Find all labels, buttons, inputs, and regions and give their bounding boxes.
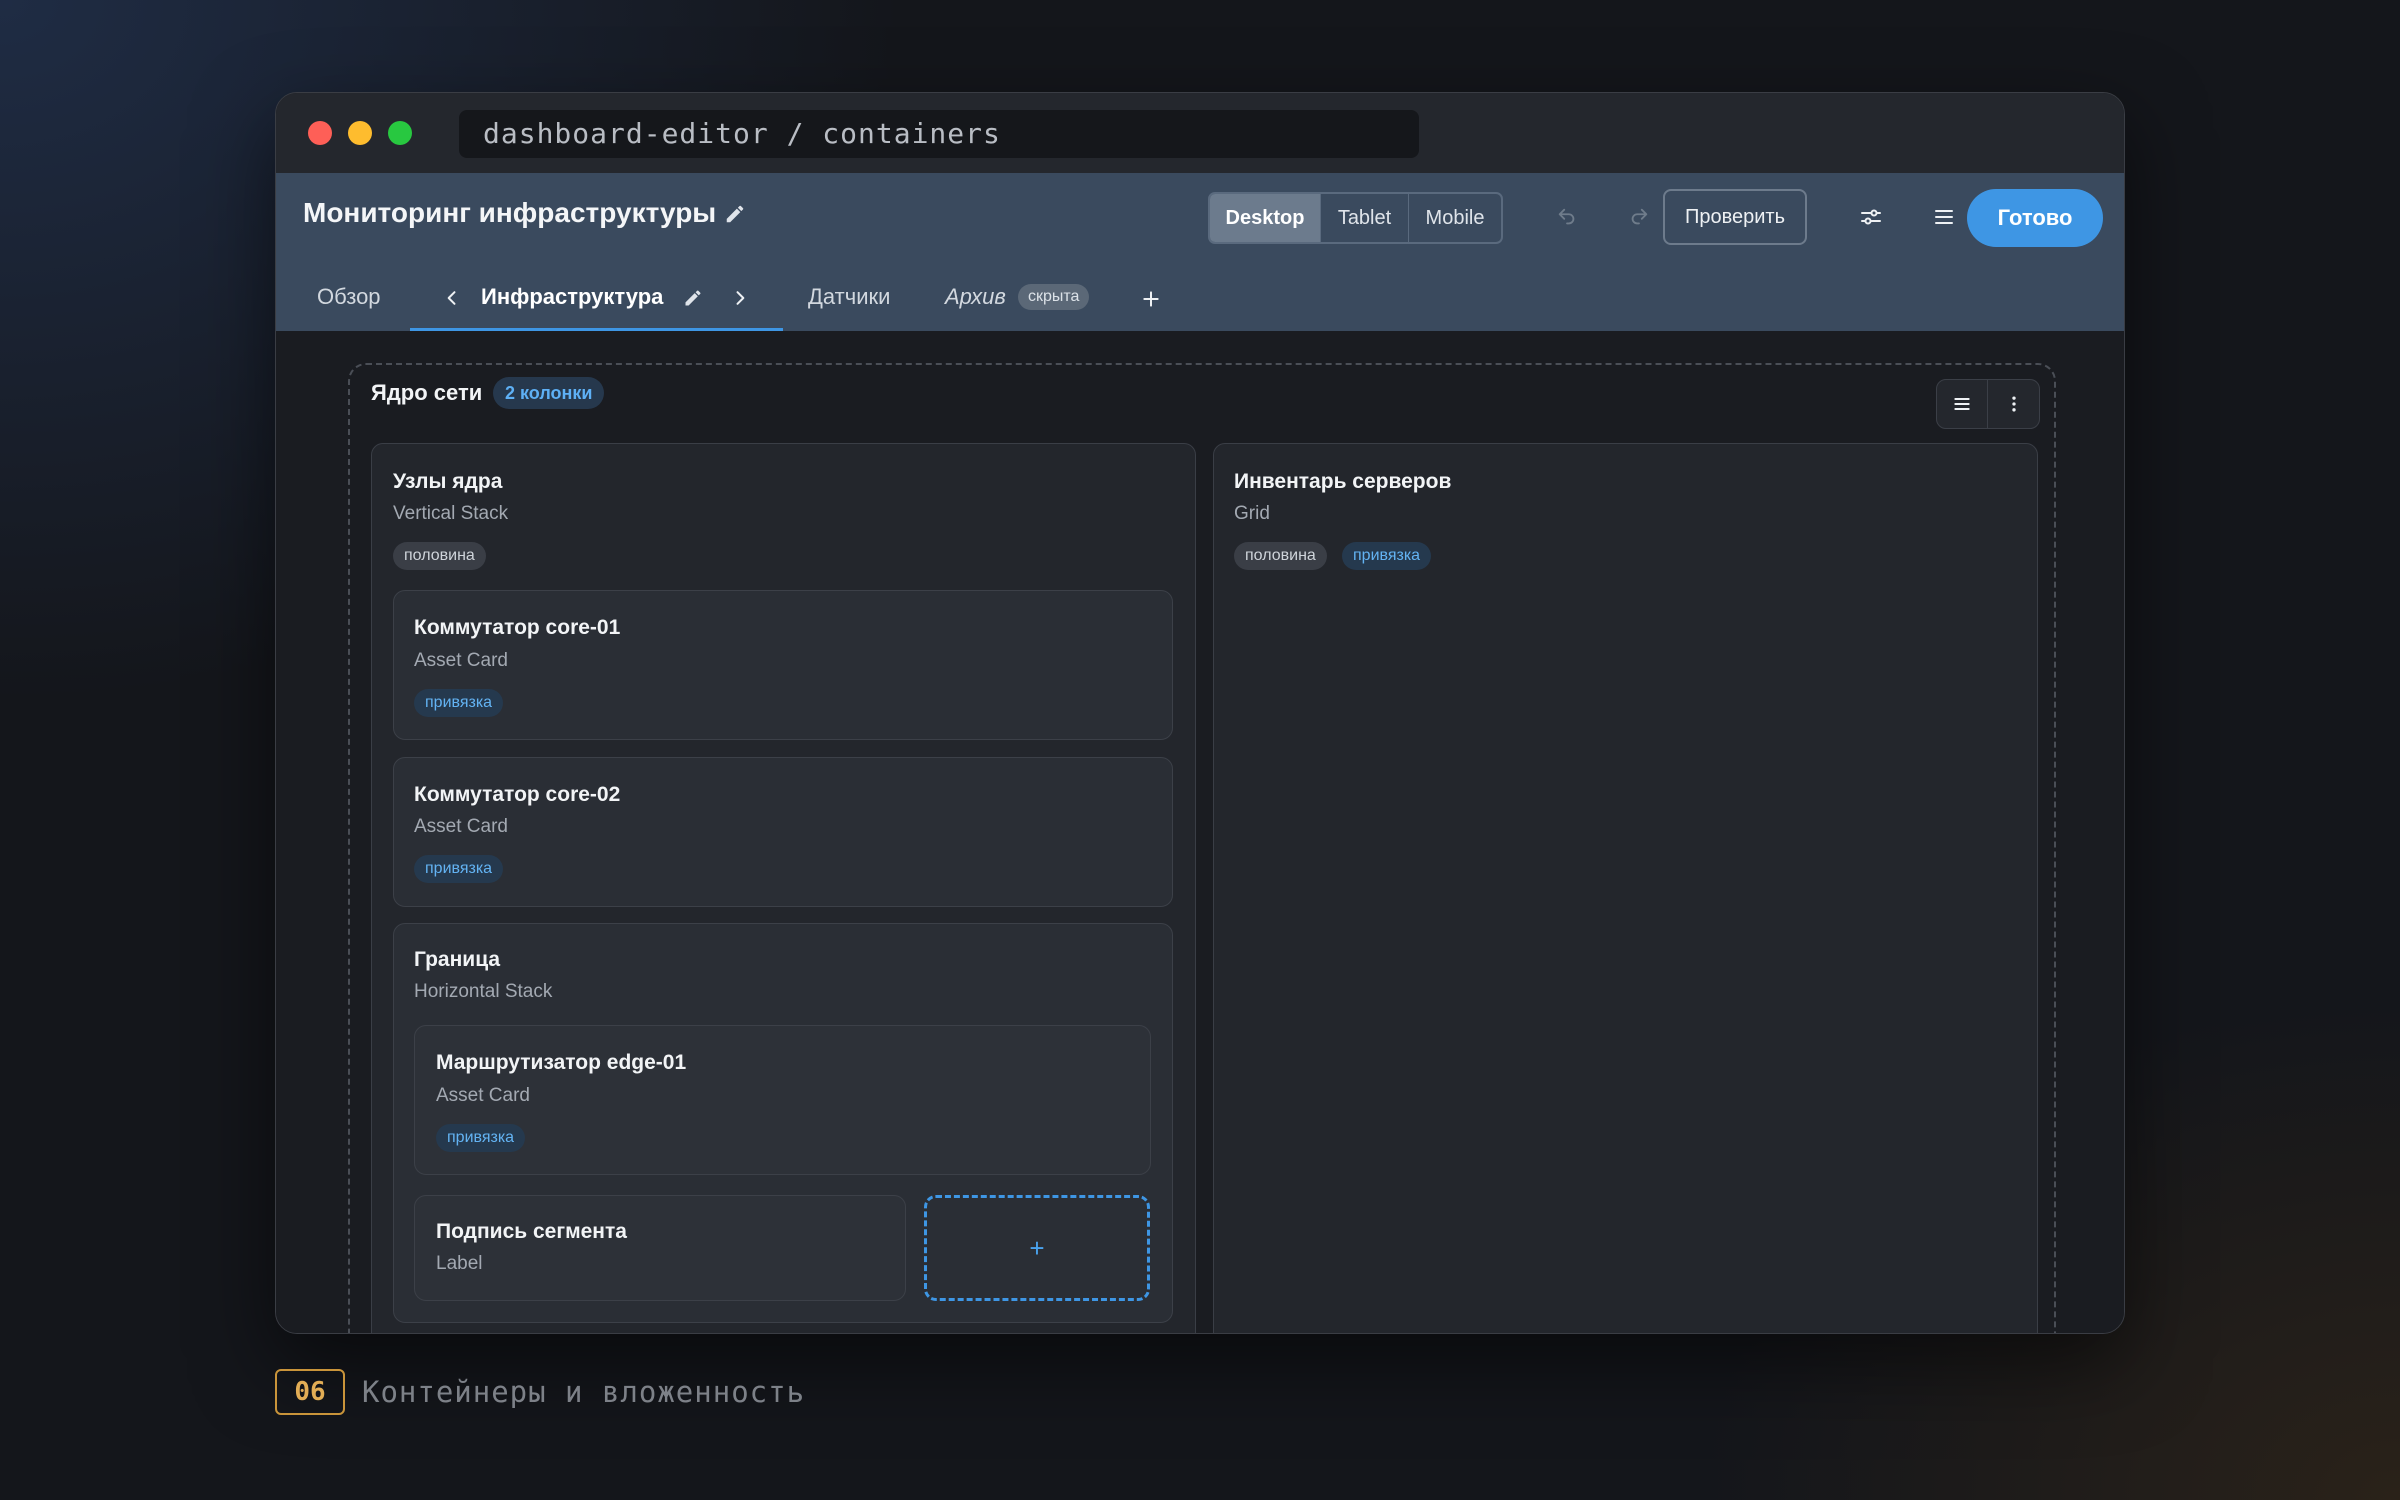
asset-card-type: Asset Card xyxy=(414,816,508,837)
binding-badge: привязка xyxy=(436,1124,526,1152)
edit-tab-pencil-icon[interactable] xyxy=(673,278,713,318)
done-button[interactable]: Готово xyxy=(1967,189,2103,247)
width-half-badge: половина xyxy=(393,542,486,570)
label-card[interactable] xyxy=(414,1195,906,1301)
asset-card[interactable] xyxy=(393,590,1173,740)
section-tools xyxy=(1936,379,2040,429)
section-title: Ядро сети xyxy=(371,380,483,405)
undo-icon[interactable] xyxy=(1547,197,1587,237)
tab-sensors[interactable]: Датчики xyxy=(808,284,890,310)
window-titlebar: dashboard-editor / containers xyxy=(276,93,2124,173)
asset-card-title: Маршрутизатор edge-01 xyxy=(436,1051,687,1074)
tab-overview[interactable]: Обзор xyxy=(317,284,381,310)
left-column-type: Vertical Stack xyxy=(393,503,509,524)
viewport-switcher: Desktop Tablet Mobile xyxy=(1208,192,1503,244)
label-card-title: Подпись сегмента xyxy=(436,1220,627,1243)
redo-icon[interactable] xyxy=(1619,197,1659,237)
add-widget-slot[interactable]: + xyxy=(924,1195,1150,1301)
asset-card-type: Asset Card xyxy=(414,650,508,671)
asset-card-title: Коммутатор core-01 xyxy=(414,616,621,639)
edit-title-pencil-icon[interactable] xyxy=(724,203,746,225)
more-vertical-icon[interactable] xyxy=(1988,380,2039,428)
label-card-type: Label xyxy=(436,1253,483,1274)
asset-card-type: Asset Card xyxy=(436,1085,530,1106)
horizontal-stack-type: Horizontal Stack xyxy=(414,981,553,1002)
binding-badge: привязка xyxy=(414,689,504,717)
hidden-tab-badge: скрыта xyxy=(1018,284,1090,310)
add-widget-plus: + xyxy=(1029,1232,1045,1263)
asset-card[interactable] xyxy=(393,757,1173,907)
horizontal-stack-title: Граница xyxy=(414,948,501,971)
asset-card-title: Коммутатор core-02 xyxy=(414,783,621,806)
menu-icon[interactable] xyxy=(1924,197,1964,237)
add-tab-plus-icon[interactable] xyxy=(1131,279,1171,319)
binding-badge: привязка xyxy=(1342,542,1432,570)
step-caption: Контейнеры и вложенность xyxy=(362,1375,806,1409)
dashboard-title: Мониторинг инфраструктуры xyxy=(303,197,717,228)
sliders-icon[interactable] xyxy=(1851,197,1891,237)
view-mobile-button[interactable]: Mobile xyxy=(1409,194,1501,242)
columns-badge: 2 колонки xyxy=(493,377,605,409)
address-bar[interactable]: dashboard-editor / containers xyxy=(459,110,1419,158)
chevron-right-icon[interactable] xyxy=(720,278,760,318)
maximize-window-button[interactable] xyxy=(388,121,412,145)
close-window-button[interactable] xyxy=(308,121,332,145)
binding-badge: привязка xyxy=(414,855,504,883)
width-half-badge: половина xyxy=(1234,542,1327,570)
editor-window: dashboard-editor / containers Мониторинг… xyxy=(275,92,2125,1334)
section-menu-icon[interactable] xyxy=(1937,380,1988,428)
right-column-type: Grid xyxy=(1234,503,1270,524)
right-column-title: Инвентарь серверов xyxy=(1234,470,1452,493)
tab-archive[interactable]: Архив xyxy=(945,284,1006,310)
left-column-title: Узлы ядра xyxy=(393,470,503,493)
tab-infrastructure[interactable]: Инфраструктура xyxy=(481,284,663,310)
minimize-window-button[interactable] xyxy=(348,121,372,145)
chevron-left-icon[interactable] xyxy=(432,278,472,318)
view-tablet-button[interactable]: Tablet xyxy=(1321,194,1409,242)
view-desktop-button[interactable]: Desktop xyxy=(1210,194,1321,242)
validate-button[interactable]: Проверить xyxy=(1663,189,1807,245)
right-column-grid[interactable] xyxy=(1213,443,2038,1333)
step-number-badge: 06 xyxy=(275,1369,345,1415)
